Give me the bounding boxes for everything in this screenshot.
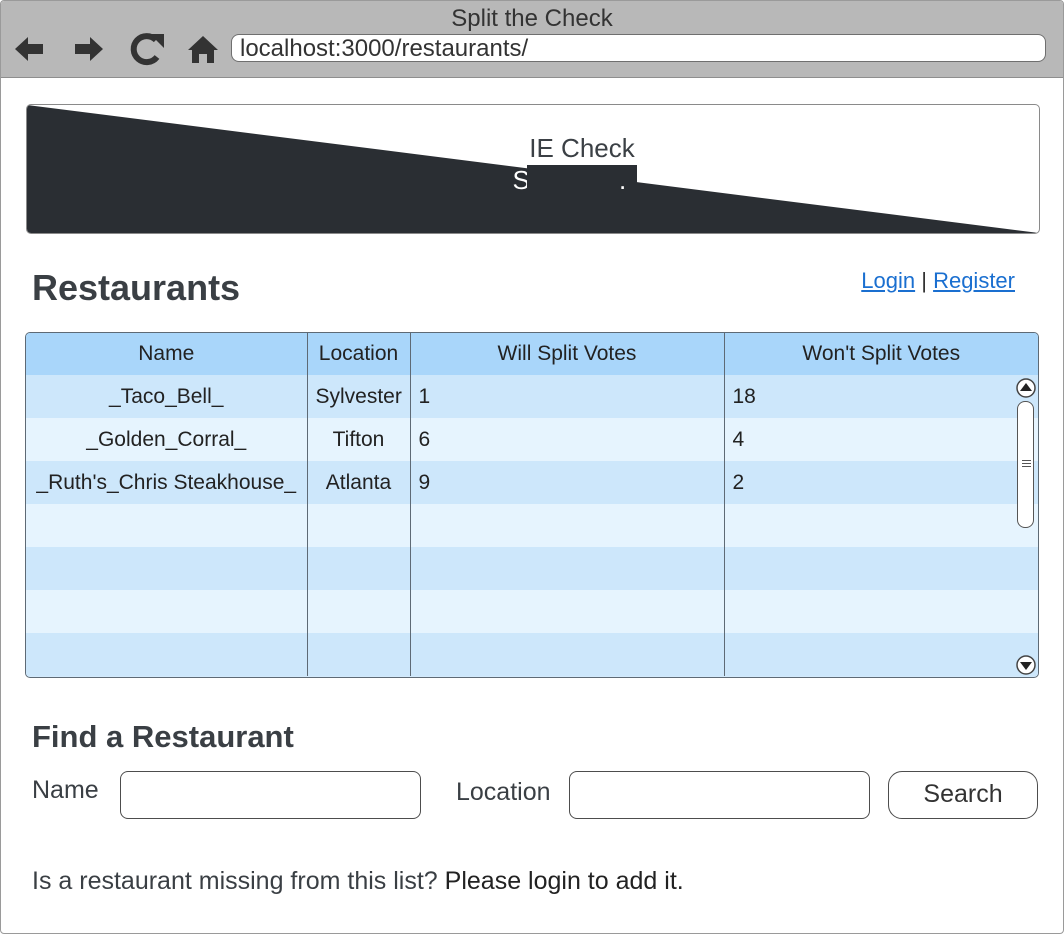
back-arrow-icon[interactable]	[9, 31, 49, 67]
login-to-add-link[interactable]: Please login to add it.	[445, 867, 684, 895]
auth-separator: |	[921, 268, 927, 293]
cell-will-split	[410, 633, 725, 676]
cell-wont-split: 4	[724, 418, 1038, 461]
browser-window: Split the Check localhost:3000/restauran…	[0, 0, 1064, 934]
cell-wont-split: 2	[724, 461, 1038, 504]
window-title: Split the Check	[451, 5, 613, 32]
banner-line1: IE Check	[529, 133, 635, 163]
browser-chrome: Split the Check localhost:3000/restauran…	[1, 1, 1063, 78]
cell-will-split: 9	[410, 461, 725, 504]
home-icon[interactable]	[185, 31, 221, 67]
forward-arrow-icon[interactable]	[69, 31, 109, 67]
name-label: Name	[32, 776, 99, 804]
table-row[interactable]: _Taco_Bell_ Sylvester 1 18	[26, 375, 1038, 418]
location-label: Location	[456, 778, 551, 806]
table-row[interactable]	[26, 633, 1038, 676]
grip-icon	[1022, 460, 1031, 461]
table-row[interactable]	[26, 547, 1038, 590]
cell-location: Atlanta	[307, 461, 411, 504]
scroll-up-icon[interactable]	[1016, 378, 1036, 398]
cell-name	[26, 504, 308, 547]
cell-name	[26, 590, 308, 633]
address-bar[interactable]: localhost:3000/restaurants/	[231, 34, 1046, 62]
site-banner: IE Check Split TF .	[26, 104, 1040, 234]
table-row[interactable]: _Ruth's_Chris Steakhouse_ Atlanta 9 2	[26, 461, 1038, 504]
cell-name	[26, 547, 308, 590]
header-name[interactable]: Name	[26, 333, 308, 375]
cell-name: _Taco_Bell_	[26, 375, 308, 418]
header-wont-split[interactable]: Won't Split Votes	[724, 333, 1038, 375]
cell-will-split: 6	[410, 418, 725, 461]
cell-wont-split	[724, 504, 1038, 547]
cell-location: Tifton	[307, 418, 411, 461]
location-field[interactable]	[569, 771, 870, 819]
cell-location	[307, 504, 411, 547]
scroll-down-icon[interactable]	[1016, 655, 1036, 675]
page-title: Restaurants	[32, 267, 241, 308]
cell-will-split	[410, 547, 725, 590]
login-link[interactable]: Login	[861, 268, 915, 293]
banner-dot: .	[619, 165, 627, 195]
cell-location	[307, 633, 411, 676]
auth-links: Login | Register	[861, 268, 1015, 294]
find-section-title: Find a Restaurant	[32, 719, 294, 754]
cell-location	[307, 590, 411, 633]
scroll-thumb[interactable]	[1017, 401, 1034, 528]
cell-wont-split	[724, 633, 1038, 676]
cell-will-split	[410, 504, 725, 547]
table-scrollbar[interactable]	[1014, 376, 1038, 677]
restaurants-table: Name Location Will Split Votes Won't Spl…	[25, 332, 1039, 678]
cell-name: _Golden_Corral_	[26, 418, 308, 461]
table-header-row: Name Location Will Split Votes Won't Spl…	[26, 333, 1038, 375]
cell-name	[26, 633, 308, 676]
table-row[interactable]: _Golden_Corral_ Tifton 6 4	[26, 418, 1038, 461]
header-will-split[interactable]: Will Split Votes	[410, 333, 725, 375]
cell-wont-split: 18	[724, 375, 1038, 418]
cell-location	[307, 547, 411, 590]
name-field[interactable]	[120, 771, 421, 819]
cell-location: Sylvester	[307, 375, 411, 418]
cell-will-split: 1	[410, 375, 725, 418]
register-link[interactable]: Register	[933, 268, 1015, 293]
footer-question: Is a restaurant missing from this list?	[32, 867, 438, 895]
search-button[interactable]: Search	[888, 771, 1038, 819]
cell-wont-split	[724, 590, 1038, 633]
footer-message: Is a restaurant missing from this list? …	[32, 867, 684, 896]
cell-wont-split	[724, 547, 1038, 590]
table-row[interactable]	[26, 590, 1038, 633]
table-row[interactable]	[26, 504, 1038, 547]
cell-name: _Ruth's_Chris Steakhouse_	[26, 461, 308, 504]
header-location[interactable]: Location	[307, 333, 411, 375]
cell-will-split	[410, 590, 725, 633]
reload-icon[interactable]	[125, 31, 167, 67]
